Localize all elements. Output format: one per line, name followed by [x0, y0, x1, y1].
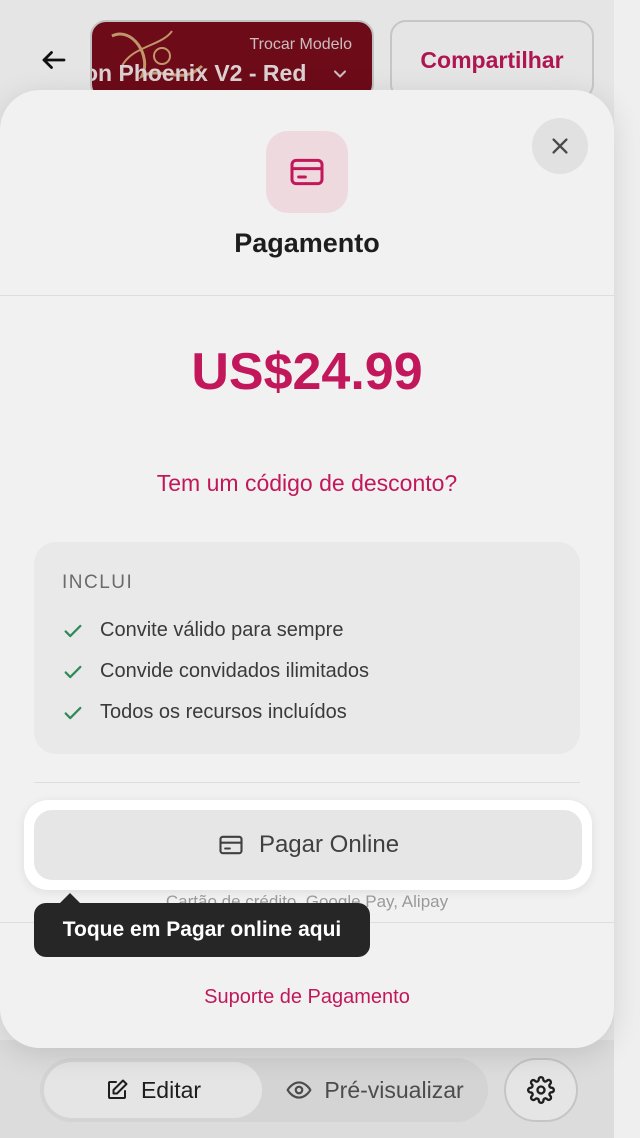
feature-item: Convite válido para sempre [62, 619, 343, 642]
check-icon [64, 624, 82, 637]
pay-online-label: Pagar Online [258, 831, 400, 858]
feature-label: Todos os recursos incluídos [100, 701, 347, 723]
feature-label: Convide convidados ilimitados [100, 660, 370, 682]
credit-card-icon [290, 158, 324, 186]
modal-title: Pagamento [234, 228, 380, 258]
close-icon [552, 138, 568, 154]
price: US$24.99 [191, 343, 423, 401]
pay-online-button[interactable]: Pagar Online [34, 810, 582, 880]
payment-icon-badge [266, 131, 348, 213]
tutorial-tooltip: Toque em Pagar online aqui [34, 903, 370, 957]
credit-card-icon [219, 835, 243, 855]
tooltip-arrow [60, 893, 80, 903]
check-icon [64, 665, 82, 678]
scrollbar[interactable] [614, 0, 640, 1138]
divider [34, 782, 580, 783]
check-icon [64, 706, 82, 719]
payment-support-link[interactable]: Suporte de Pagamento [0, 986, 614, 1009]
feature-item: Convide convidados ilimitados [62, 660, 369, 683]
divider [0, 295, 614, 296]
close-button[interactable] [532, 118, 588, 174]
feature-label: Convite válido para sempre [100, 619, 344, 641]
includes-heading: INCLUI [62, 572, 134, 593]
discount-code-link[interactable]: Tem um código de desconto? [0, 470, 614, 497]
feature-item: Todos os recursos incluídos [62, 701, 347, 724]
